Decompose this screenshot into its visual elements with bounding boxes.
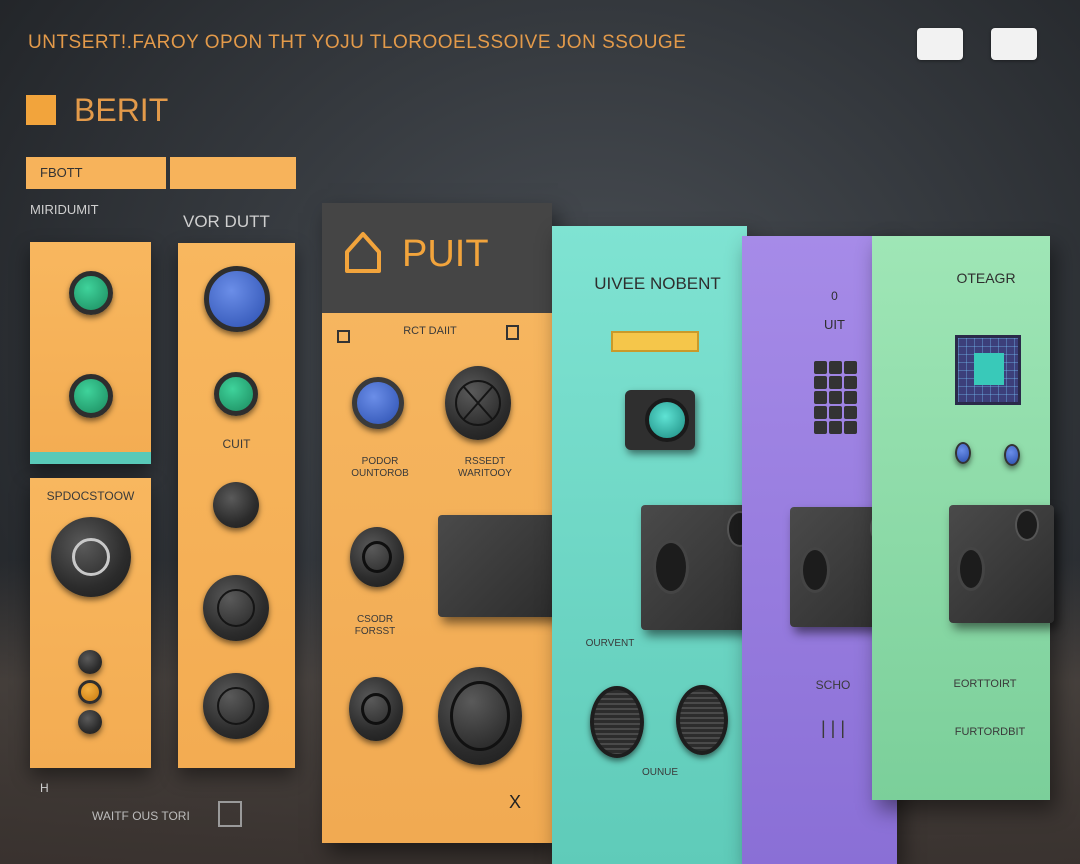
dial-knob[interactable]: [51, 517, 131, 597]
mid-knob-1[interactable]: [213, 482, 259, 528]
window-button-2[interactable]: [991, 28, 1037, 60]
camera-lens-icon: [645, 398, 689, 442]
teal-panel-label: OURVENT: [585, 638, 635, 649]
keypad[interactable]: [814, 361, 857, 434]
green-cube[interactable]: [949, 505, 1054, 623]
main-panel-subtitle: RCT DAIIT: [403, 325, 457, 337]
dial-ring-icon: [72, 538, 110, 576]
brand-label: BERIT: [74, 92, 169, 128]
close-x-icon: [455, 380, 501, 426]
teal-vent-2: [676, 685, 728, 755]
main-big-knob[interactable]: [438, 667, 522, 765]
green-blue-led-2[interactable]: [1004, 444, 1020, 466]
purple-panel-marks: | | |: [820, 718, 846, 738]
main-blue-button[interactable]: [352, 377, 404, 429]
bottom-label: WAITF OUS TORI: [92, 809, 190, 823]
green-blue-led-1[interactable]: [955, 442, 971, 464]
window-button-1[interactable]: [917, 28, 963, 60]
checkbox-right[interactable]: [506, 325, 519, 340]
checkbox-left[interactable]: [337, 330, 350, 343]
green-panel-footer: FURTORDBIT: [954, 726, 1026, 738]
green-button-1[interactable]: [69, 271, 113, 315]
left-panel-strip: [30, 452, 151, 464]
display-screen: [955, 335, 1021, 405]
left-section-label: SPDOCSTOOW: [46, 489, 135, 503]
blue-button-large[interactable]: [204, 266, 270, 332]
mid-knob-2[interactable]: [203, 575, 269, 641]
teal-indicator-bar: [611, 331, 699, 352]
btn3-label: CSODR FORSST: [354, 614, 396, 637]
small-knob-1[interactable]: [78, 650, 102, 674]
teal-vent-1: [590, 686, 644, 758]
chip-fbott[interactable]: FBOTT: [26, 157, 166, 189]
green-panel-label: EORTTOIRT: [953, 678, 1017, 690]
green-button-3[interactable]: [214, 372, 258, 416]
main-panel-title: PUIT: [402, 233, 489, 275]
main-knob-2[interactable]: [349, 677, 403, 741]
chip-blank[interactable]: [170, 157, 296, 189]
mid-panel-label: VOR DUTT: [183, 212, 270, 231]
close-label[interactable]: X: [509, 792, 521, 813]
main-knob-1[interactable]: [350, 527, 404, 587]
camera-module[interactable]: [625, 390, 695, 450]
purple-panel-label: SCHO: [815, 678, 851, 692]
small-knob-orange[interactable]: [78, 680, 102, 704]
teal-panel-title: UIVEE NOBENT: [594, 274, 721, 293]
btn1-label: PODOR OUNTOROB: [351, 456, 409, 479]
brand-icon: [26, 95, 56, 125]
teal-panel-footer: OUNUE: [641, 767, 679, 778]
page-header-title: UNTSERT!.FAROY OPON THT YOJU TLOROOELSSO…: [28, 32, 687, 53]
home-icon[interactable]: [344, 230, 382, 279]
small-knob-2[interactable]: [78, 710, 102, 734]
green-panel-title: OTEAGR: [956, 270, 1016, 286]
display-screen-inner: [974, 353, 1004, 385]
mid-button-label: CUIT: [222, 437, 251, 451]
bottom-left-mark: H: [40, 781, 49, 795]
main-cube[interactable]: [438, 515, 560, 617]
left-panel-label: MIRIDUMIT: [30, 202, 99, 217]
btn2-label: RSSEDT WARITOOY: [458, 456, 512, 479]
mid-knob-3[interactable]: [203, 673, 269, 739]
green-button-2[interactable]: [69, 374, 113, 418]
x-dial-button[interactable]: [445, 366, 511, 440]
bottom-checkbox[interactable]: [218, 801, 242, 827]
